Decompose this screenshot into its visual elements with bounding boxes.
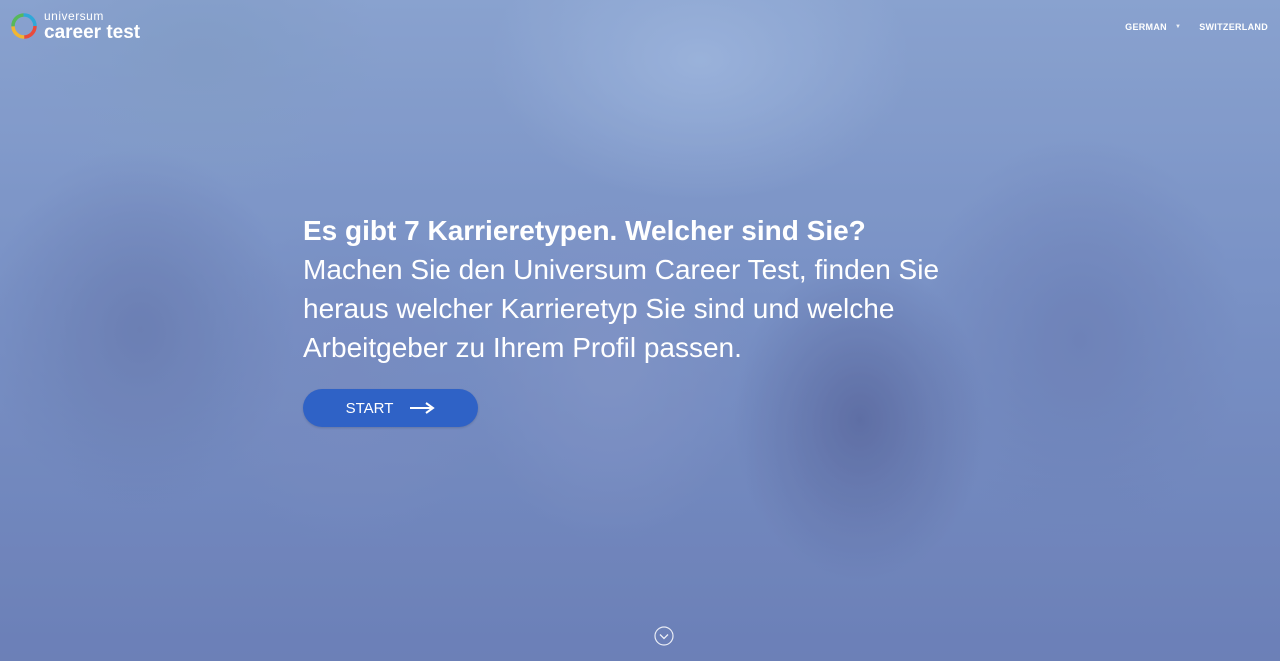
hero-content: Es gibt 7 Karrieretypen. Welcher sind Si… xyxy=(303,212,1003,427)
brand-wordmark: universum career test xyxy=(44,10,140,42)
language-selector[interactable]: GERMAN ▼ xyxy=(1125,22,1181,32)
country-selector[interactable]: SWITZERLAND xyxy=(1199,22,1268,32)
caret-down-icon: ▼ xyxy=(1174,24,1182,30)
language-label: GERMAN xyxy=(1125,22,1167,32)
hero-headline: Es gibt 7 Karrieretypen. Welcher sind Si… xyxy=(303,215,866,246)
top-navigation: GERMAN ▼ SWITZERLAND xyxy=(1125,22,1268,32)
brand-top-text: universum xyxy=(44,9,104,23)
start-button-label: START xyxy=(345,399,394,417)
arrow-right-icon xyxy=(410,402,436,414)
start-button[interactable]: START xyxy=(303,389,478,427)
ring-logo-icon xyxy=(11,13,37,39)
hero-section: universum career test GERMAN ▼ SWITZERLA… xyxy=(0,0,1280,661)
country-label: SWITZERLAND xyxy=(1199,22,1268,32)
hero-subline: Machen Sie den Universum Career Test, fi… xyxy=(303,254,940,363)
chevron-down-circle-icon[interactable] xyxy=(654,626,674,646)
brand-logo[interactable]: universum career test xyxy=(10,10,140,42)
brand-main-text: career test xyxy=(44,22,141,43)
